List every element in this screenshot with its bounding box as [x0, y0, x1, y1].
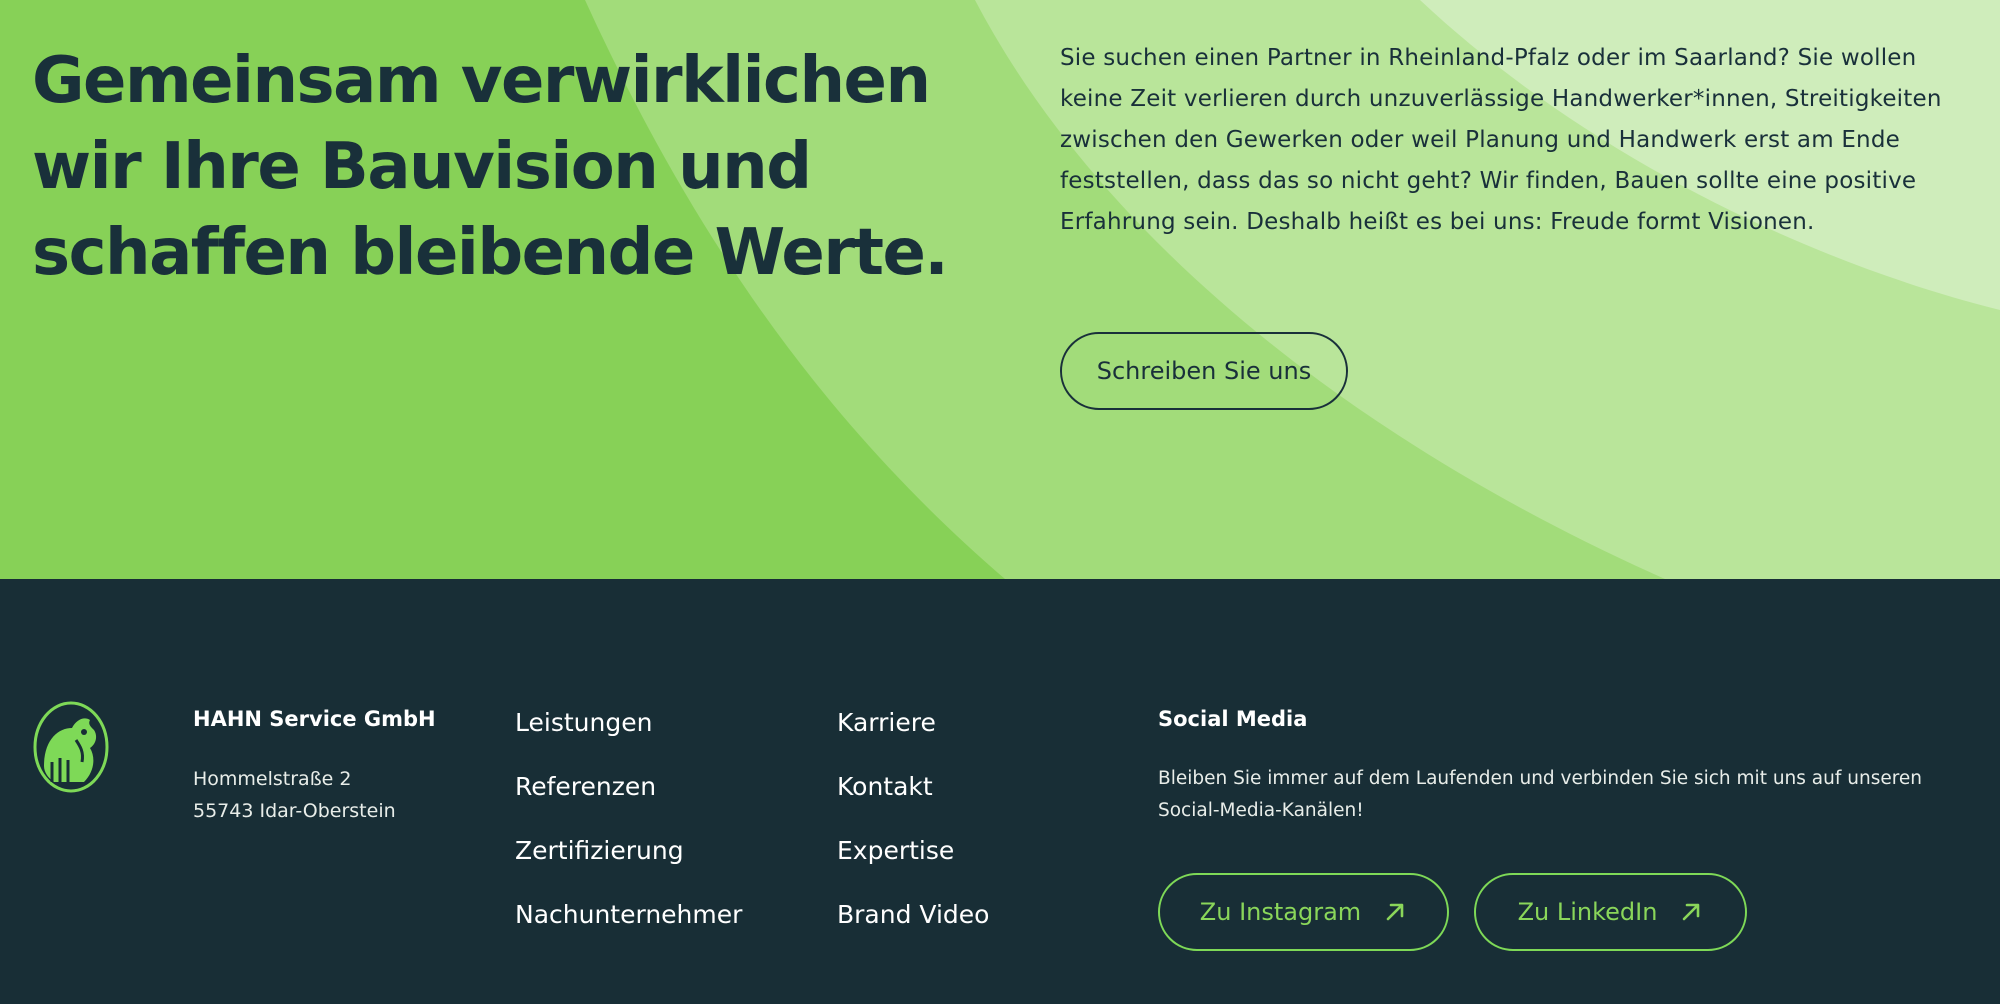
- social-media-text: Bleiben Sie immer auf dem Laufenden und …: [1158, 768, 1923, 821]
- footer-link-kontakt[interactable]: Kontakt: [837, 767, 989, 807]
- footer-link-expertise[interactable]: Expertise: [837, 831, 989, 871]
- footer-link-referenzen[interactable]: Referenzen: [515, 767, 742, 807]
- footer-nav-secondary: Karriere Kontakt Expertise Brand Video: [837, 703, 989, 959]
- social-media-title: Social Media: [1158, 707, 1308, 731]
- footer-link-leistungen[interactable]: Leistungen: [515, 703, 742, 743]
- footer-link-zertifizierung[interactable]: Zertifizierung: [515, 831, 742, 871]
- hero-description: Sie suchen einen Partner in Rheinland-Pf…: [1060, 45, 1942, 235]
- footer-nav-primary: Leistungen Referenzen Zertifizierung Nac…: [515, 703, 742, 959]
- hero-section: Gemeinsam verwirklichen wir Ihre Bauvisi…: [0, 0, 2000, 579]
- linkedin-button[interactable]: Zu LinkedIn: [1474, 873, 1747, 951]
- rooster-logo-icon[interactable]: [32, 700, 110, 794]
- footer-link-karriere[interactable]: Karriere: [837, 703, 989, 743]
- linkedin-button-label: Zu LinkedIn: [1517, 898, 1658, 926]
- contact-button[interactable]: Schreiben Sie uns: [1060, 332, 1348, 410]
- hero-title: Gemeinsam verwirklichen wir Ihre Bauvisi…: [32, 44, 949, 290]
- footer-link-nachunternehmer[interactable]: Nachunternehmer: [515, 895, 742, 935]
- instagram-button[interactable]: Zu Instagram: [1158, 873, 1449, 951]
- instagram-button-label: Zu Instagram: [1199, 898, 1362, 926]
- arrow-up-right-icon: [1386, 903, 1404, 921]
- footer-link-brand-video[interactable]: Brand Video: [837, 895, 989, 935]
- arrow-up-right-icon: [1683, 903, 1700, 921]
- company-name: HAHN Service GmbH: [193, 707, 436, 731]
- company-address: Hommelstraße 2 55743 Idar-Oberstein: [193, 763, 396, 827]
- address-city: 55743 Idar-Oberstein: [193, 800, 396, 822]
- address-street: Hommelstraße 2: [193, 768, 352, 790]
- footer: HAHN Service GmbH Hommelstraße 2 55743 I…: [0, 579, 2000, 1004]
